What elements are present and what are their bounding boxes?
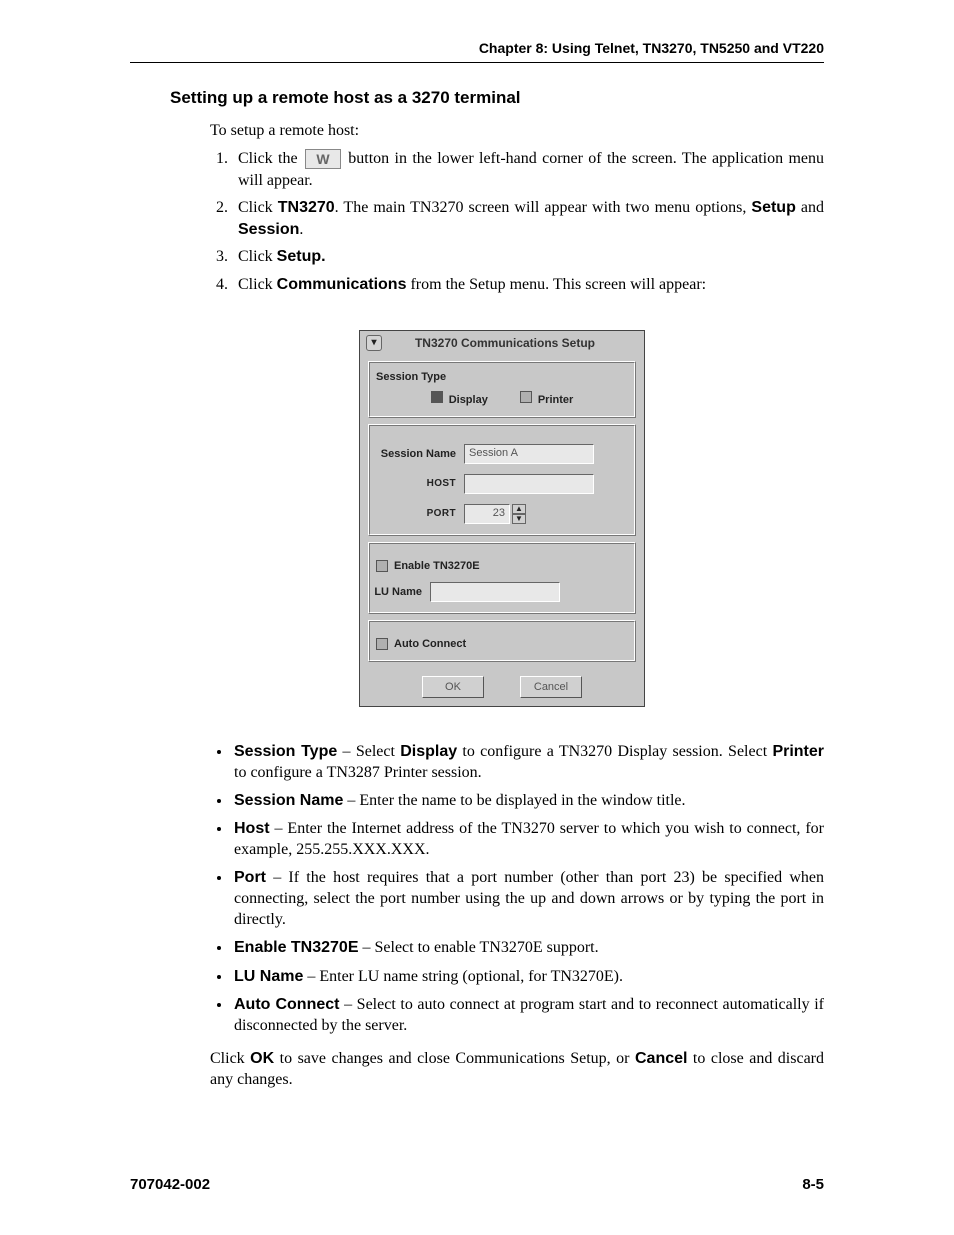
step1-pre: Click the: [238, 150, 303, 167]
lu-name-label: LU Name: [358, 586, 430, 598]
dialog-title: TN3270 Communications Setup: [388, 336, 622, 350]
chapter-title: Chapter 8: Using Telnet, TN3270, TN5250 …: [479, 40, 824, 56]
step-1: Click the W button in the lower left-han…: [232, 148, 824, 191]
dialog-titlebar: ▾ TN3270 Communications Setup: [360, 331, 644, 357]
closing-paragraph: Click OK to save changes and close Commu…: [210, 1048, 824, 1091]
setup-label: Setup: [751, 199, 795, 216]
tn3270-label: TN3270: [278, 199, 335, 216]
lu-name-input[interactable]: [430, 582, 560, 602]
step-3: Click Setup.: [232, 246, 824, 268]
ok-button[interactable]: OK: [422, 676, 484, 698]
auto-connect-row[interactable]: Auto Connect: [376, 638, 628, 650]
intro-text: To setup a remote host:: [210, 122, 824, 140]
step-4: Click Communications from the Setup menu…: [232, 274, 824, 296]
desc-auto-connect: Auto Connect – Select to auto connect at…: [232, 994, 824, 1036]
port-row: PORT 23 ▲ ▼: [376, 504, 628, 524]
desc-session-name: Session Name – Enter the name to be disp…: [232, 790, 824, 811]
host-input[interactable]: [464, 474, 594, 494]
host-label: HOST: [376, 478, 464, 489]
page-content: Setting up a remote host as a 3270 termi…: [180, 88, 824, 1091]
enable-tn3270e-row[interactable]: Enable TN3270E: [376, 560, 628, 572]
port-label: PORT: [376, 508, 464, 519]
printer-option[interactable]: Printer: [520, 391, 573, 406]
session-name-input[interactable]: Session A: [464, 444, 594, 464]
ok-ref: OK: [250, 1050, 274, 1067]
session-type-options: Display Printer: [376, 391, 628, 406]
cancel-button[interactable]: Cancel: [520, 676, 582, 698]
auto-connect-label: Auto Connect: [394, 638, 466, 650]
field-descriptions: Session Type – Select Display to configu…: [210, 741, 824, 1036]
dialog-figure: ▾ TN3270 Communications Setup Session Ty…: [180, 330, 824, 707]
session-label: Session: [238, 221, 299, 238]
radio-icon: [431, 391, 443, 403]
session-type-label: Session Type: [376, 371, 628, 383]
desc-enable-tn3270e: Enable TN3270E – Select to enable TN3270…: [232, 937, 824, 958]
comm-setup-dialog: ▾ TN3270 Communications Setup Session Ty…: [359, 330, 645, 707]
lu-name-row: LU Name: [358, 582, 628, 602]
port-input[interactable]: 23: [464, 504, 510, 524]
communications-label: Communications: [277, 276, 407, 293]
page-footer: 707042-002 8-5: [130, 1176, 824, 1193]
desc-lu-name: LU Name – Enter LU name string (optional…: [232, 966, 824, 987]
tn3270e-group: Enable TN3270E LU Name: [368, 542, 636, 614]
desc-session-type: Session Type – Select Display to configu…: [232, 741, 824, 783]
doc-number: 707042-002: [130, 1176, 210, 1193]
autoconnect-group: Auto Connect: [368, 620, 636, 662]
app-menu-icon: W: [305, 149, 341, 169]
system-menu-icon[interactable]: ▾: [366, 335, 382, 351]
steps-list: Click the W button in the lower left-han…: [210, 148, 824, 296]
session-name-row: Session Name Session A: [376, 444, 628, 464]
spinner-down-icon[interactable]: ▼: [512, 514, 526, 524]
desc-host: Host – Enter the Internet address of the…: [232, 818, 824, 860]
checkbox-icon: [376, 560, 388, 572]
cancel-ref: Cancel: [635, 1050, 687, 1067]
radio-icon: [520, 391, 532, 403]
session-name-label: Session Name: [376, 448, 464, 460]
page-number: 8-5: [802, 1176, 824, 1193]
connection-group: Session Name Session A HOST PORT 23 ▲ ▼: [368, 424, 636, 536]
port-spinner[interactable]: ▲ ▼: [512, 504, 526, 524]
host-row: HOST: [376, 474, 628, 494]
desc-port: Port – If the host requires that a port …: [232, 867, 824, 930]
section-heading: Setting up a remote host as a 3270 termi…: [170, 88, 824, 108]
page-header: Chapter 8: Using Telnet, TN3270, TN5250 …: [130, 40, 824, 63]
display-option[interactable]: Display: [431, 391, 488, 406]
dialog-buttons: OK Cancel: [360, 676, 644, 698]
checkbox-icon: [376, 638, 388, 650]
session-type-group: Session Type Display Printer: [368, 361, 636, 418]
spinner-up-icon[interactable]: ▲: [512, 504, 526, 514]
step-2: Click TN3270. The main TN3270 screen wil…: [232, 197, 824, 240]
setup-click: Setup.: [277, 248, 326, 265]
enable-tn3270e-label: Enable TN3270E: [394, 560, 480, 572]
